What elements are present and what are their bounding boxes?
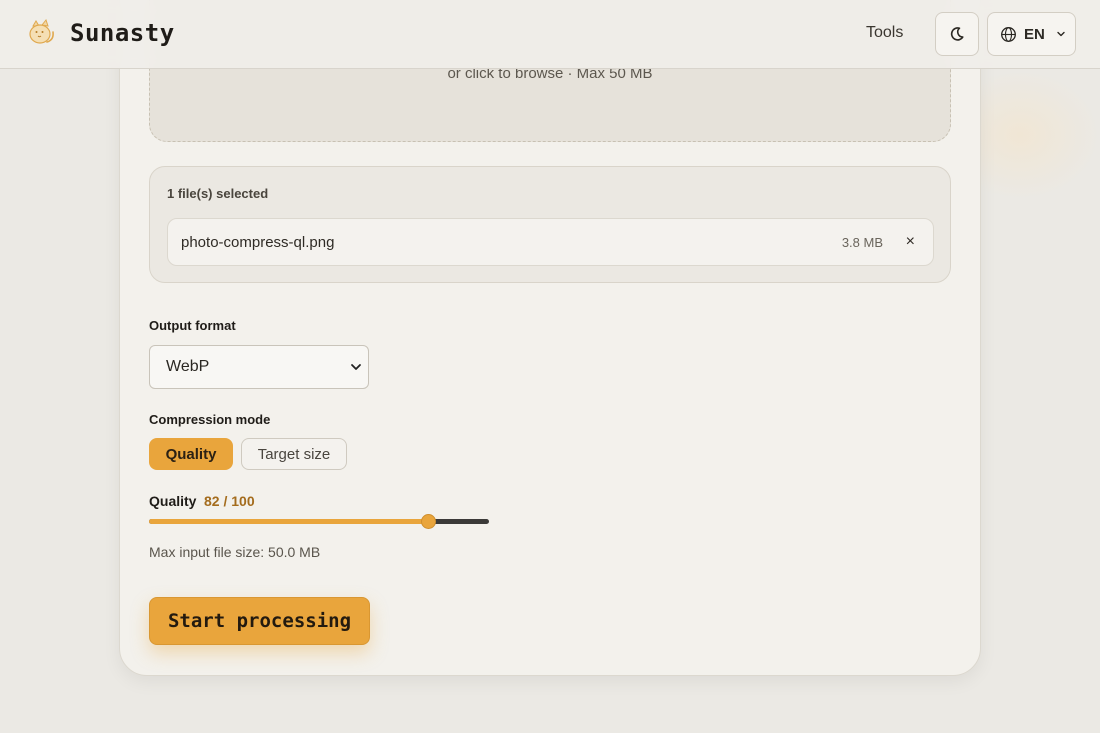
quality-label: Quality [149, 493, 197, 509]
brand-name[interactable]: Sunasty [70, 19, 175, 47]
quality-slider-fill [149, 519, 428, 524]
output-format-value: WebP [166, 358, 210, 375]
files-count: 1 file(s) selected [167, 186, 269, 201]
max-input-note: Max input file size: 50.0 MB [149, 544, 321, 560]
file-size: 3.8 MB [841, 235, 883, 250]
output-format-label: Output format [149, 318, 236, 333]
chevron-down-icon [1057, 31, 1065, 37]
remove-file-button[interactable]: × [906, 233, 915, 251]
top-header: Sunasty Tools EN [0, 0, 1100, 69]
mode-target-size-button[interactable]: Target size [241, 438, 347, 470]
theme-toggle-button[interactable] [935, 12, 979, 56]
quality-slider[interactable] [149, 514, 489, 529]
file-name: photo-compress-ql.png [181, 234, 335, 251]
cat-logo-icon [29, 18, 54, 44]
moon-icon [950, 27, 964, 41]
quality-slider-thumb[interactable] [420, 514, 436, 529]
file-row: photo-compress-ql.png 3.8 MB × [167, 218, 934, 266]
chevron-down-icon [351, 364, 361, 370]
nav-tools-link[interactable]: Tools [866, 24, 903, 42]
start-processing-button[interactable]: Start processing [149, 597, 370, 645]
output-format-select[interactable]: WebP [149, 345, 369, 389]
language-selector[interactable]: EN [987, 12, 1076, 56]
quality-value: 82 / 100 [204, 493, 255, 509]
language-code: EN [1024, 25, 1045, 43]
globe-icon [1001, 26, 1016, 42]
mode-quality-button[interactable]: Quality [149, 438, 233, 470]
selected-files-panel: 1 file(s) selected photo-compress-ql.png… [149, 166, 951, 283]
compression-mode-label: Compression mode [149, 412, 271, 427]
